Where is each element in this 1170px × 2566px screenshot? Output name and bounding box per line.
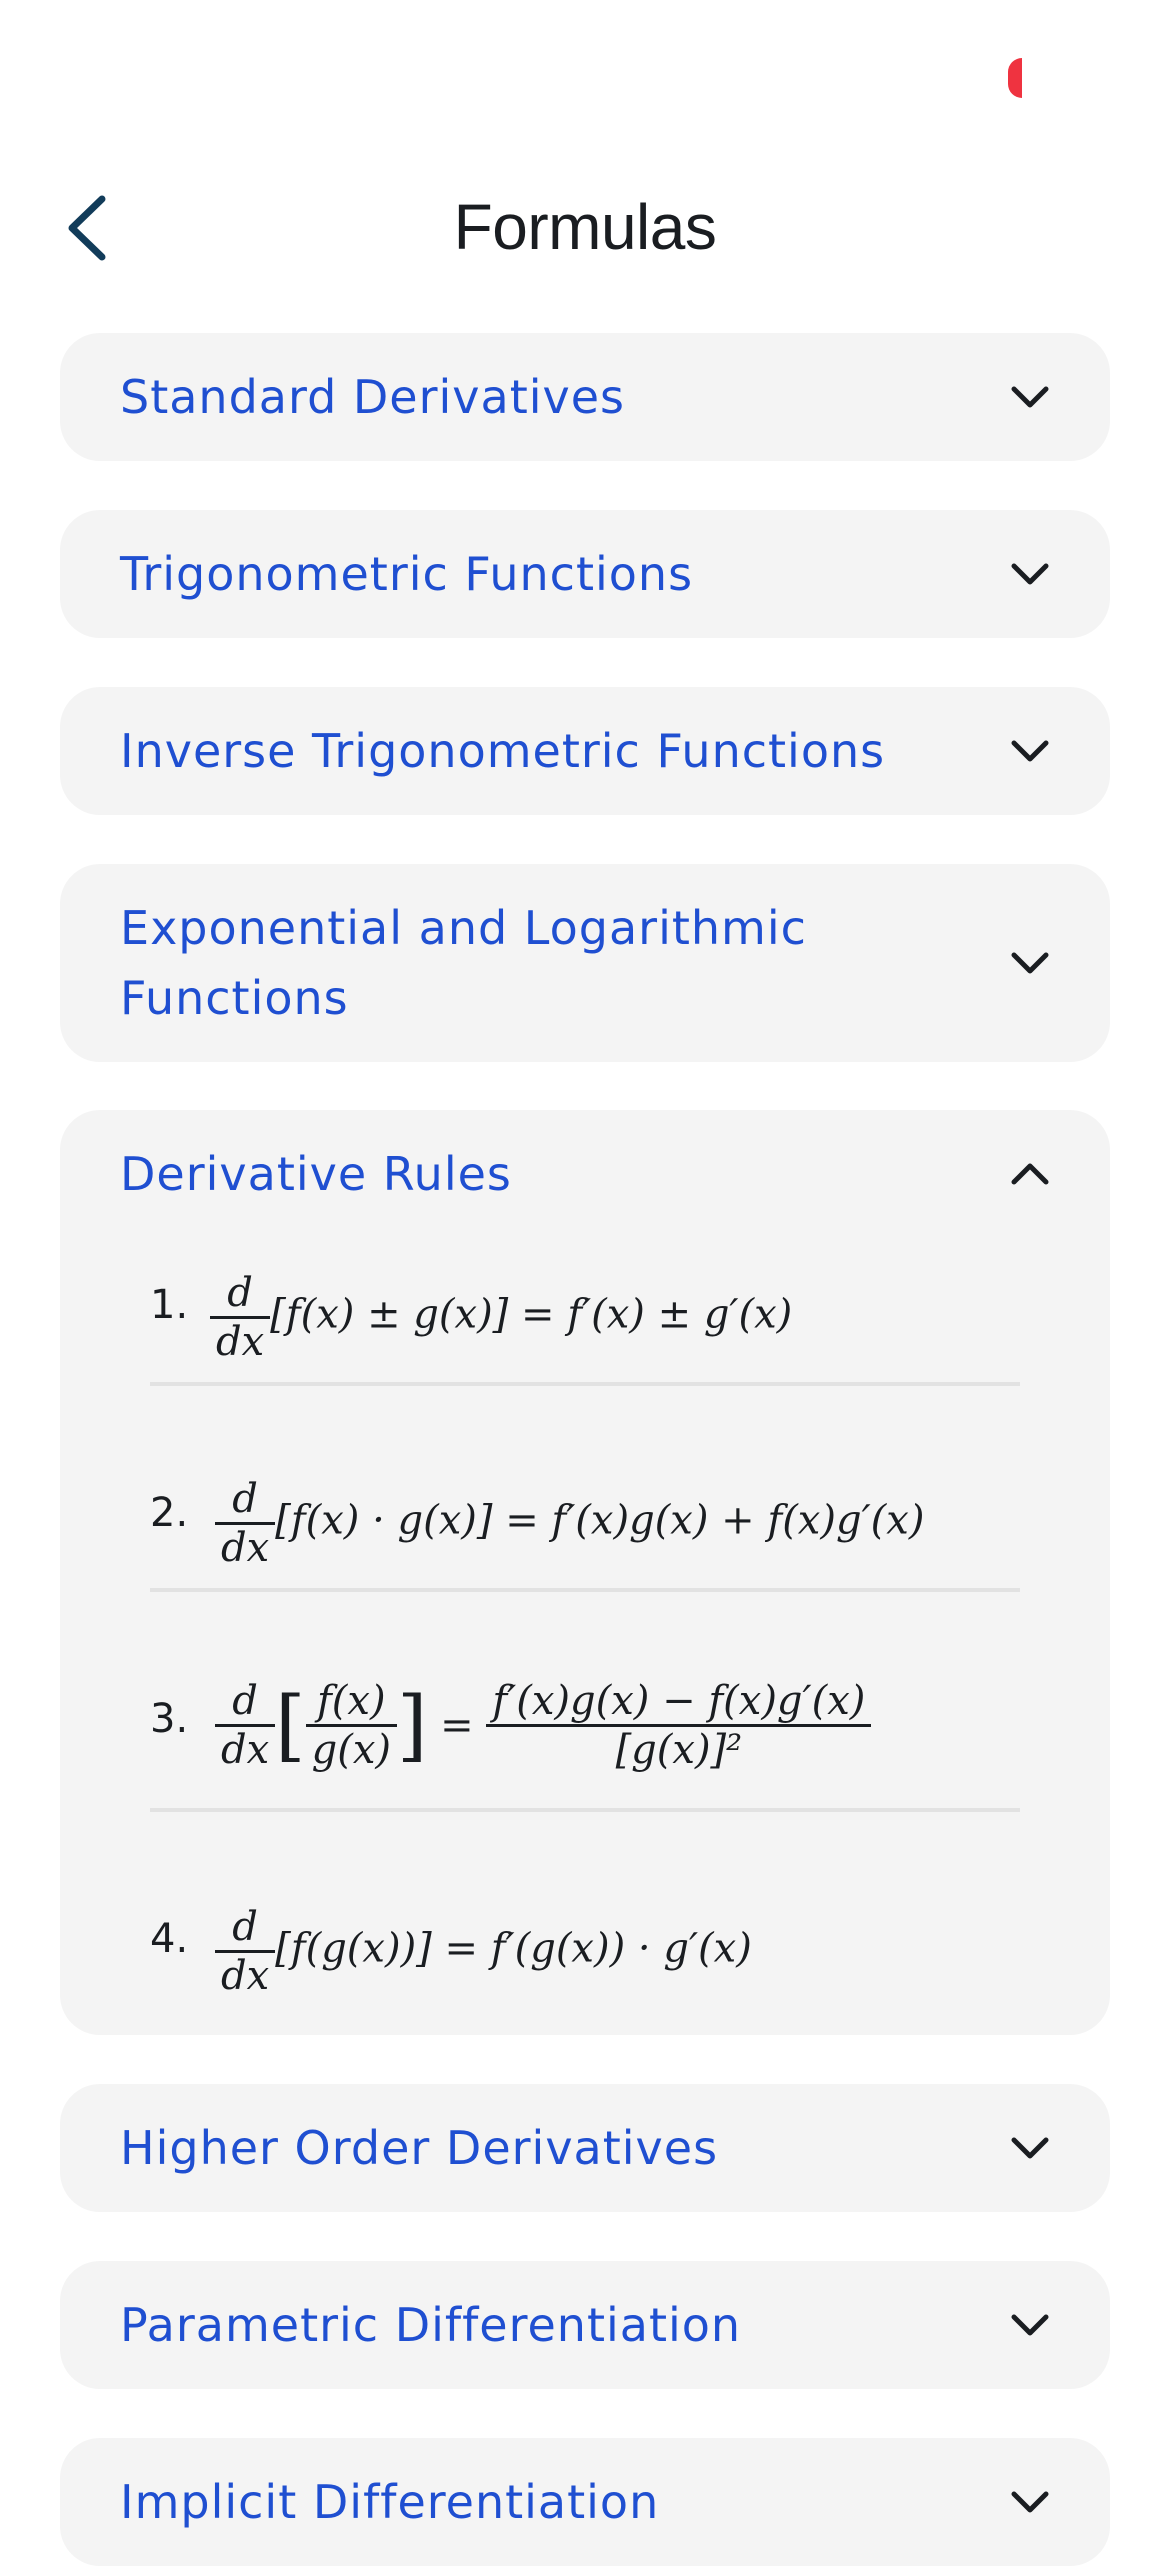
section-title: Implicit Differentiation [120,2475,660,2529]
section-title: Exponential and Logarithmic Functions [120,901,807,1025]
section-title: Parametric Differentiation [120,2298,742,2352]
section-title: Standard Derivatives [120,370,626,424]
section-implicit-differentiation: Implicit Differentiation [60,2438,1110,2566]
section-higher-order-derivatives: Higher Order Derivatives [60,2084,1110,2212]
section-header[interactable]: Exponential and Logarithmic Functions [60,864,1110,1062]
rule-number: 3. [150,1696,189,1742]
formula-product-rule: d dx [f(x) · g(x)] = f′(x)g(x) + f(x)g′(x) [215,1476,924,1571]
section-header[interactable]: Trigonometric Functions [60,510,1110,638]
section-header[interactable]: Implicit Differentiation [60,2438,1110,2566]
section-title: Inverse Trigonometric Functions [120,724,886,778]
chevron-down-icon [1011,2137,1049,2159]
chevron-down-icon [1011,952,1049,974]
section-header[interactable]: Inverse Trigonometric Functions [60,687,1110,815]
chevron-down-icon [1011,563,1049,585]
divider [150,1382,1020,1386]
section-title: Higher Order Derivatives [120,2121,719,2175]
formula-sum-rule: d dx [f(x) ± g(x)] = f′(x) ± g′(x) [210,1270,792,1365]
section-inverse-trigonometric-functions: Inverse Trigonometric Functions [60,687,1110,815]
chevron-down-icon [1011,2491,1049,2513]
section-header[interactable]: Standard Derivatives [60,333,1110,461]
rule-number: 4. [150,1916,189,1962]
section-header[interactable]: Higher Order Derivatives [60,2084,1110,2212]
recording-indicator [1008,58,1022,98]
section-title: Derivative Rules [120,1147,512,1201]
rule-number: 1. [150,1282,189,1328]
rule-number: 2. [150,1490,189,1536]
chevron-up-icon [1011,1163,1049,1185]
section-derivative-rules: Derivative Rules 1. d dx [f(x) ± g(x)] = f… [60,1110,1110,2035]
divider [150,1588,1020,1592]
formula-chain-rule: d dx [f(g(x))] = f′(g(x)) · g′(x) [215,1904,752,1999]
section-title: Trigonometric Functions [120,547,694,601]
page-title: Formulas [453,191,717,263]
section-header[interactable]: Derivative Rules [60,1110,1110,1238]
section-exponential-logarithmic-functions: Exponential and Logarithmic Functions [60,864,1110,1062]
section-standard-derivatives: Standard Derivatives [60,333,1110,461]
section-header[interactable]: Parametric Differentiation [60,2261,1110,2389]
section-parametric-differentiation: Parametric Differentiation [60,2261,1110,2389]
nav-header: Formulas [0,160,1170,300]
divider [150,1808,1020,1812]
section-trigonometric-functions: Trigonometric Functions [60,510,1110,638]
chevron-down-icon [1011,386,1049,408]
chevron-down-icon [1011,740,1049,762]
chevron-down-icon [1011,2314,1049,2336]
formula-quotient-rule: d dx[f(x) g(x)] = f′(x)g(x) − f(x)g′(x) [g(… [215,1678,872,1773]
